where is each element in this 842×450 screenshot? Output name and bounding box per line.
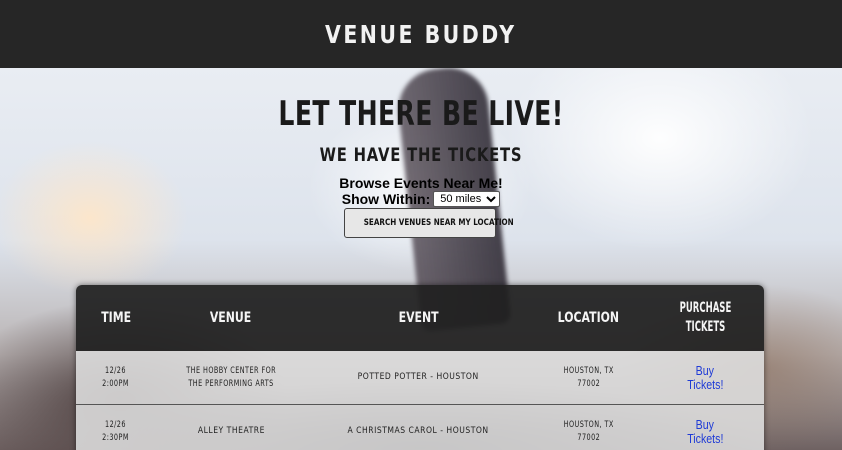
row-event: A CHRISTMAS CAROL - HOUSTON (347, 426, 490, 436)
distance-filter-row: Show Within: 50 miles (0, 191, 842, 207)
header-location: LOCATION (557, 309, 620, 326)
show-within-label: Show Within: (341, 191, 431, 207)
hero-section: LET THERE BE LIVE! WE HAVE THE TICKETS B… (0, 68, 842, 450)
buy-tickets-link[interactable]: Buy Tickets! (684, 418, 727, 446)
header-purchase-tickets: PURCHASE TICKETS (679, 300, 731, 335)
row-time: 12/26 2:30PM (102, 419, 130, 443)
header-time: TIME (101, 309, 131, 326)
hero-subheadline: WE HAVE THE TICKETS (319, 144, 523, 166)
buy-tickets-link[interactable]: Buy Tickets! (684, 364, 727, 392)
events-table: TIME VENUE EVENT LOCATION PURCHASE TICKET… (76, 285, 764, 450)
browse-events-label: Browse Events Near Me! (339, 175, 503, 191)
events-table-header: TIME VENUE EVENT LOCATION PURCHASE TICKET… (76, 285, 764, 351)
search-venues-button[interactable]: SEARCH VENUES NEAR MY LOCATION (344, 208, 514, 238)
row-venue: ALLEY THEATRE (197, 426, 265, 436)
brand-logo-text[interactable]: VENUE BUDDY (325, 20, 517, 49)
row-buy-cell: Buy Tickets! (646, 405, 764, 450)
distance-select[interactable]: 50 miles (433, 191, 501, 207)
row-venue: THE HOBBY CENTER FOR THE PERFORMING ARTS (186, 365, 276, 389)
row-location: HOUSTON, TX 77002 (563, 419, 614, 443)
table-row: 12/26 2:30PM ALLEY THEATRE A CHRISTMAS CA… (76, 405, 764, 450)
header-event: EVENT (398, 309, 439, 326)
header-venue: VENUE (210, 309, 252, 326)
search-venues-button-label: SEARCH VENUES NEAR MY LOCATION (363, 218, 514, 228)
row-time: 12/26 2:00PM (102, 365, 130, 389)
top-navbar: VENUE BUDDY (0, 0, 842, 68)
row-buy-cell: Buy Tickets! (646, 351, 764, 404)
table-row: 12/26 2:00PM THE HOBBY CENTER FOR THE PERF… (76, 351, 764, 405)
hero-headline: LET THERE BE LIVE! (278, 94, 564, 134)
row-location: HOUSTON, TX 77002 (563, 365, 614, 389)
row-event: POTTED POTTER - HOUSTON (357, 372, 479, 382)
